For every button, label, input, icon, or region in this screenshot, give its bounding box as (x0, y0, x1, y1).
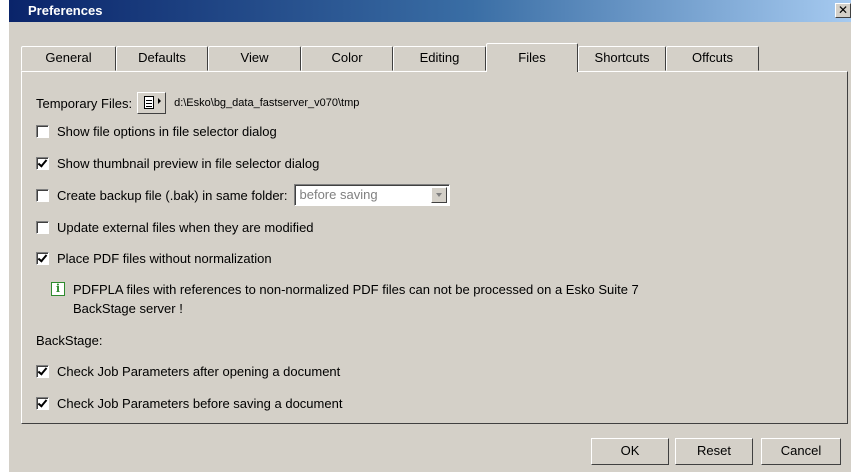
menu-arrow-icon (158, 98, 162, 104)
title-bar[interactable]: Preferences ✕ (9, 0, 851, 22)
check-after-open-checkbox[interactable] (36, 364, 49, 378)
tab-shortcuts[interactable]: Shortcuts (578, 46, 666, 71)
pdfpla-warning-text: PDFPLA files with references to non-norm… (73, 280, 773, 318)
tab-offcuts[interactable]: Offcuts (666, 46, 759, 71)
backstage-heading: BackStage: (36, 333, 103, 348)
update-external-checkbox[interactable] (36, 220, 49, 234)
ok-button[interactable]: OK (591, 438, 669, 465)
tab-files[interactable]: Files (486, 43, 578, 72)
info-icon: i (51, 282, 65, 296)
create-backup-checkbox[interactable] (36, 188, 49, 202)
backup-timing-value: before saving (299, 187, 378, 202)
temporary-files-row: Temporary Files: d:\Esko\bg_data_fastser… (36, 92, 359, 114)
update-external-label: Update external files when they are modi… (57, 219, 314, 235)
check-before-save-label: Check Job Parameters before saving a doc… (57, 395, 343, 411)
check-before-save-option[interactable]: Check Job Parameters before saving a doc… (36, 394, 342, 412)
tab-view[interactable]: View (208, 46, 301, 71)
cancel-button[interactable]: Cancel (761, 438, 841, 465)
tab-defaults[interactable]: Defaults (116, 46, 208, 71)
create-backup-option[interactable]: Create backup file (.bak) in same folder… (36, 183, 450, 207)
reset-button[interactable]: Reset (675, 438, 753, 465)
document-icon (144, 96, 155, 109)
place-pdf-option[interactable]: Place PDF files without normalization (36, 249, 272, 267)
window-title: Preferences (28, 3, 103, 18)
show-thumbnail-label: Show thumbnail preview in file selector … (57, 155, 320, 171)
temporary-files-label: Temporary Files: (36, 95, 133, 111)
close-button[interactable]: ✕ (835, 3, 851, 18)
place-pdf-label: Place PDF files without normalization (57, 250, 272, 266)
temporary-files-path: d:\Esko\bg_data_fastserver_v070\tmp (174, 97, 360, 109)
backup-timing-select[interactable]: before saving (293, 184, 450, 206)
tab-color[interactable]: Color (301, 46, 393, 71)
show-thumbnail-checkbox[interactable] (36, 156, 49, 170)
dropdown-arrow-icon[interactable] (430, 187, 447, 203)
browse-temp-folder-button[interactable] (137, 92, 167, 114)
preferences-window: Preferences ✕ General Defaults View Colo… (9, 0, 851, 472)
show-thumbnail-option[interactable]: Show thumbnail preview in file selector … (36, 154, 319, 172)
warning-line-2: BackStage server ! (73, 301, 183, 316)
show-file-options-label: Show file options in file selector dialo… (57, 123, 277, 139)
check-after-open-label: Check Job Parameters after opening a doc… (57, 363, 341, 379)
check-after-open-option[interactable]: Check Job Parameters after opening a doc… (36, 362, 340, 380)
check-before-save-checkbox[interactable] (36, 396, 49, 410)
tab-editing[interactable]: Editing (393, 46, 486, 71)
tab-general[interactable]: General (21, 46, 116, 71)
show-file-options-checkbox[interactable] (36, 124, 49, 138)
warning-line-1: PDFPLA files with references to non-norm… (73, 282, 639, 297)
update-external-option[interactable]: Update external files when they are modi… (36, 218, 314, 236)
place-pdf-checkbox[interactable] (36, 251, 49, 265)
show-file-options-option[interactable]: Show file options in file selector dialo… (36, 122, 277, 140)
create-backup-label: Create backup file (.bak) in same folder… (57, 187, 288, 203)
